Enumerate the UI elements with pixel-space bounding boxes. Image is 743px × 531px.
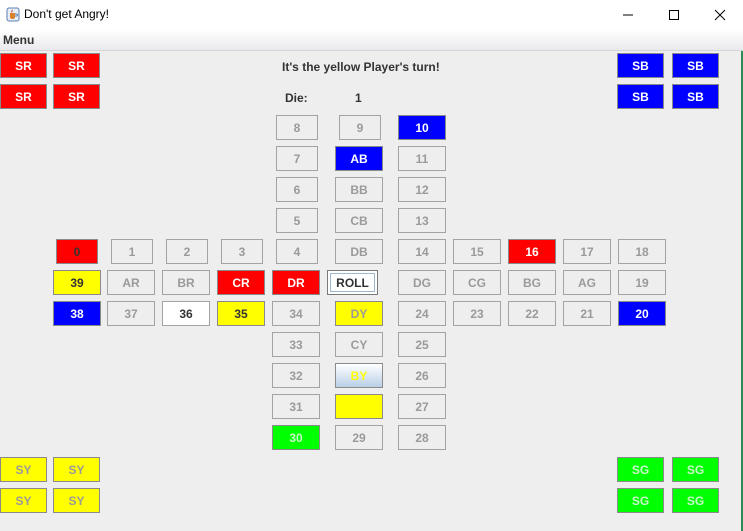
home-sy-4[interactable]: SY — [53, 488, 100, 513]
field-35[interactable]: 35 — [217, 301, 265, 326]
home-sg-4[interactable]: SG — [672, 488, 719, 513]
home-sb-2[interactable]: SB — [672, 53, 719, 78]
window-title: Don't get Angry! — [24, 7, 110, 21]
field-17[interactable]: 17 — [563, 239, 611, 264]
field-29[interactable]: 29 — [335, 425, 383, 450]
home-sy-2[interactable]: SY — [53, 457, 100, 482]
game-board: It's the yellow Player's turn! Die: 1 SR… — [0, 51, 741, 531]
menu-item-menu[interactable]: Menu — [3, 33, 34, 47]
goal-br[interactable]: BR — [162, 270, 210, 295]
field-33[interactable]: 33 — [272, 332, 320, 357]
field-36[interactable]: 36 — [162, 301, 210, 326]
minimize-icon — [623, 14, 633, 16]
field-10[interactable]: 10 — [398, 115, 446, 140]
menu-bar: Menu — [0, 30, 743, 51]
field-30[interactable]: 30 — [272, 425, 320, 450]
field-24[interactable]: 24 — [398, 301, 446, 326]
home-sb-3[interactable]: SB — [617, 84, 664, 109]
field-1[interactable]: 1 — [111, 239, 153, 264]
field-22[interactable]: 22 — [508, 301, 556, 326]
goal-ar[interactable]: AR — [107, 270, 155, 295]
goal-cr[interactable]: CR — [217, 270, 265, 295]
field-20[interactable]: 20 — [618, 301, 666, 326]
minimize-button[interactable] — [605, 0, 651, 30]
home-sb-1[interactable]: SB — [617, 53, 664, 78]
home-sy-1[interactable]: SY — [0, 457, 47, 482]
goal-dy[interactable]: DY — [335, 301, 383, 326]
turn-status: It's the yellow Player's turn! — [282, 60, 440, 74]
field-9[interactable]: 9 — [339, 115, 381, 140]
die-label: Die: — [285, 91, 308, 105]
field-3[interactable]: 3 — [221, 239, 263, 264]
field-5[interactable]: 5 — [276, 208, 318, 233]
goal-cy[interactable]: CY — [335, 332, 383, 357]
field-11[interactable]: 11 — [398, 146, 446, 171]
home-sg-1[interactable]: SG — [617, 457, 664, 482]
goal-db[interactable]: DB — [335, 239, 383, 264]
goal-dg[interactable]: DG — [398, 270, 446, 295]
field-34[interactable]: 34 — [272, 301, 320, 326]
field-15[interactable]: 15 — [453, 239, 501, 264]
home-sy-3[interactable]: SY — [0, 488, 47, 513]
field-39[interactable]: 39 — [53, 270, 101, 295]
field-27[interactable]: 27 — [398, 394, 446, 419]
field-4[interactable]: 4 — [276, 239, 318, 264]
maximize-icon — [669, 10, 679, 20]
field-7[interactable]: 7 — [276, 146, 318, 171]
title-bar: Don't get Angry! — [0, 0, 743, 30]
roll-button[interactable]: ROLL — [327, 270, 378, 295]
field-21[interactable]: 21 — [563, 301, 611, 326]
home-sr-1[interactable]: SR — [0, 53, 47, 78]
goal-ag[interactable]: AG — [563, 270, 611, 295]
field-6[interactable]: 6 — [276, 177, 318, 202]
home-sr-2[interactable]: SR — [53, 53, 100, 78]
field-16[interactable]: 16 — [508, 239, 556, 264]
goal-by[interactable]: BY — [335, 363, 383, 388]
goal-bb[interactable]: BB — [335, 177, 383, 202]
close-icon — [714, 9, 726, 21]
goal-ab[interactable]: AB — [335, 146, 383, 171]
home-sg-2[interactable]: SG — [672, 457, 719, 482]
field-2[interactable]: 2 — [166, 239, 208, 264]
die-value: 1 — [355, 91, 362, 105]
home-sg-3[interactable]: SG — [617, 488, 664, 513]
goal-ay[interactable] — [335, 394, 383, 419]
field-31[interactable]: 31 — [272, 394, 320, 419]
field-23[interactable]: 23 — [453, 301, 501, 326]
home-sr-4[interactable]: SR — [53, 84, 100, 109]
field-26[interactable]: 26 — [398, 363, 446, 388]
goal-cg[interactable]: CG — [453, 270, 501, 295]
field-13[interactable]: 13 — [398, 208, 446, 233]
field-8[interactable]: 8 — [276, 115, 318, 140]
close-button[interactable] — [697, 0, 743, 30]
home-sr-3[interactable]: SR — [0, 84, 47, 109]
field-25[interactable]: 25 — [398, 332, 446, 357]
field-37[interactable]: 37 — [107, 301, 155, 326]
field-18[interactable]: 18 — [618, 239, 666, 264]
field-0[interactable]: 0 — [56, 239, 98, 264]
field-19[interactable]: 19 — [618, 270, 666, 295]
field-32[interactable]: 32 — [272, 363, 320, 388]
field-28[interactable]: 28 — [398, 425, 446, 450]
field-14[interactable]: 14 — [398, 239, 446, 264]
goal-bg[interactable]: BG — [508, 270, 556, 295]
goal-cb[interactable]: CB — [335, 208, 383, 233]
home-sb-4[interactable]: SB — [672, 84, 719, 109]
java-coffee-icon — [6, 7, 20, 22]
field-38[interactable]: 38 — [53, 301, 101, 326]
goal-dr[interactable]: DR — [272, 270, 320, 295]
maximize-button[interactable] — [651, 0, 697, 30]
field-12[interactable]: 12 — [398, 177, 446, 202]
